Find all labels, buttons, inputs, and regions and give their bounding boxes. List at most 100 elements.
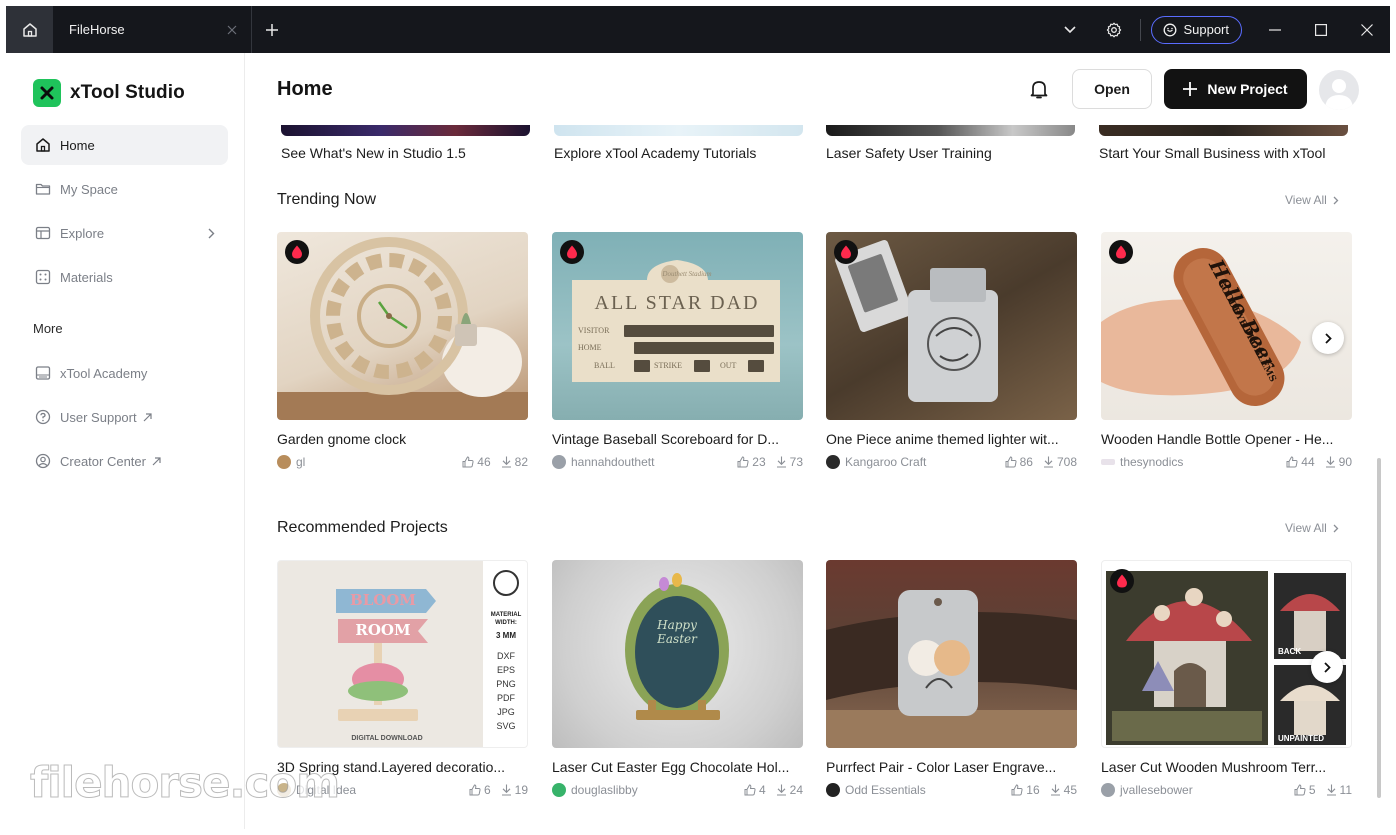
project-thumbnail[interactable]: Douthett Stadium ALL STAR DAD VISITOR HO… (552, 232, 803, 420)
sidebar-item-label: Materials (60, 269, 113, 285)
browser-tab[interactable]: FileHorse (53, 6, 252, 53)
author-avatar[interactable] (552, 455, 566, 469)
project-thumbnail[interactable] (277, 232, 528, 420)
academy-icon (34, 364, 52, 382)
project-thumbnail[interactable]: BACK UNPAINTED (1101, 560, 1352, 748)
project-thumbnail[interactable] (826, 232, 1077, 420)
chevron-right-icon (1333, 196, 1339, 204)
support-button[interactable]: Support (1151, 15, 1242, 44)
sidebar-item-explore[interactable]: Explore (21, 213, 228, 253)
new-project-button[interactable]: New Project (1164, 69, 1307, 109)
author-name[interactable]: Kangaroo Craft (845, 455, 926, 469)
author-avatar[interactable] (1101, 783, 1115, 797)
download-count: 11 (1339, 783, 1352, 797)
mushroom-image (1106, 571, 1346, 745)
project-title[interactable]: One Piece anime themed lighter wit... (826, 431, 1077, 447)
sidebar-item-home[interactable]: Home (21, 125, 228, 165)
gear-icon (1107, 22, 1122, 37)
project-title[interactable]: Vintage Baseball Scoreboard for D... (552, 431, 803, 447)
recommended-view-all-link[interactable]: View All (1285, 521, 1339, 535)
download-count: 24 (789, 783, 803, 797)
author-avatar[interactable] (1101, 459, 1115, 465)
banner-image[interactable] (826, 125, 1075, 136)
project-title[interactable]: Garden gnome clock (277, 431, 528, 447)
brand[interactable]: xTool Studio (33, 79, 185, 107)
cat-tag-image (826, 590, 1077, 748)
author-avatar[interactable] (826, 783, 840, 797)
project-meta: hannahdouthett 23 73 (552, 455, 803, 469)
banner-image[interactable] (1099, 125, 1348, 136)
project-stats: 46 82 (456, 455, 528, 469)
banner-title[interactable]: Start Your Small Business with xTool (1099, 145, 1325, 161)
author-name[interactable]: douglaslibby (571, 783, 638, 797)
project-thumbnail[interactable]: Hello Beer GOODBYE PROBLEMS (1101, 232, 1352, 420)
download-icon (1326, 784, 1336, 796)
main-content: Home Open New Project See What's New in … (245, 53, 1390, 829)
project-title[interactable]: Purrfect Pair - Color Laser Engrave... (826, 759, 1077, 775)
project-thumbnail[interactable]: BLOOM ROOM MATERIAL WIDTH: 3 MM DXF EPS … (277, 560, 528, 748)
like-count: 46 (477, 455, 491, 469)
download-count: 73 (789, 455, 803, 469)
banner-image[interactable] (554, 125, 803, 136)
project-card[interactable]: One Piece anime themed lighter wit... Ka… (826, 232, 1077, 469)
carousel-next-button[interactable] (1312, 322, 1344, 354)
download-icon (1325, 456, 1335, 468)
main-nav: Home My Space Explore Materials (21, 125, 228, 301)
scrollbar-thumb[interactable] (1377, 458, 1381, 798)
author-avatar[interactable] (552, 783, 566, 797)
project-thumbnail[interactable]: Happy Easter (552, 560, 803, 748)
author-avatar[interactable] (826, 455, 840, 469)
project-title[interactable]: Laser Cut Wooden Mushroom Terr... (1101, 759, 1352, 775)
sidebar-item-user-support[interactable]: User Support (21, 397, 228, 437)
project-card[interactable]: BACK UNPAINTED Laser Cut Wooden Mushroom… (1101, 560, 1352, 797)
project-card[interactable]: Hello Beer GOODBYE PROBLEMS Wooden Handl… (1101, 232, 1352, 469)
tab-list-dropdown[interactable] (1048, 6, 1092, 53)
close-tab-icon[interactable] (227, 25, 237, 35)
carousel-next-button[interactable] (1311, 651, 1343, 683)
maximize-button[interactable] (1298, 6, 1344, 53)
author-name[interactable]: gl (296, 455, 305, 469)
like-count: 5 (1308, 783, 1316, 797)
project-card[interactable]: Purrfect Pair - Color Laser Engrave... O… (826, 560, 1077, 797)
download-icon (501, 456, 511, 468)
author-name[interactable]: Odd Essentials (845, 783, 926, 797)
trending-view-all-link[interactable]: View All (1285, 193, 1339, 207)
sidebar-item-creator-center[interactable]: Creator Center (21, 441, 228, 481)
author-avatar[interactable] (277, 455, 291, 469)
project-card[interactable]: Douthett Stadium ALL STAR DAD VISITOR HO… (552, 232, 803, 469)
download-count: 45 (1063, 783, 1077, 797)
project-meta: jvallesebower 5 11 (1101, 783, 1352, 797)
project-card[interactable]: Happy Easter Laser Cut Easter Egg Chocol… (552, 560, 803, 797)
download-count: 82 (514, 455, 528, 469)
settings-button[interactable] (1092, 6, 1136, 53)
banner-title[interactable]: Explore xTool Academy Tutorials (554, 145, 756, 161)
author-name[interactable]: hannahdouthett (571, 455, 654, 469)
home-tab-button[interactable] (6, 6, 53, 53)
banner-image[interactable] (281, 125, 530, 136)
like-count: 44 (1301, 455, 1315, 469)
sidebar-item-label: xTool Academy (60, 365, 148, 381)
new-tab-button[interactable] (252, 6, 292, 53)
banner-title[interactable]: Laser Safety User Training (826, 145, 992, 161)
user-avatar[interactable] (1319, 70, 1359, 110)
sidebar-item-materials[interactable]: Materials (21, 257, 228, 297)
sidebar-item-my-space[interactable]: My Space (21, 169, 228, 209)
project-meta: thesynodics 44 90 (1101, 455, 1352, 469)
sign-bottom-text: ROOM (355, 621, 411, 639)
banner-title[interactable]: See What's New in Studio 1.5 (281, 145, 466, 161)
project-title[interactable]: Laser Cut Easter Egg Chocolate Hol... (552, 759, 803, 775)
author-name[interactable]: thesynodics (1120, 455, 1183, 469)
sidebar-item-label: Home (60, 137, 95, 153)
egg-text: Happy Easter (657, 618, 697, 646)
minimize-button[interactable] (1252, 6, 1298, 53)
close-window-button[interactable] (1344, 6, 1390, 53)
sidebar-item-xtool-academy[interactable]: xTool Academy (21, 353, 228, 393)
project-thumbnail[interactable] (826, 560, 1077, 748)
open-button[interactable]: Open (1072, 69, 1152, 109)
user-circle-icon (34, 452, 52, 470)
project-title[interactable]: Wooden Handle Bottle Opener - He... (1101, 431, 1352, 447)
project-card[interactable]: Garden gnome clock gl 46 82 (277, 232, 528, 469)
notification-bell-icon[interactable] (1027, 77, 1051, 101)
thumbs-up-icon (1294, 784, 1306, 796)
author-name[interactable]: jvallesebower (1120, 783, 1193, 797)
